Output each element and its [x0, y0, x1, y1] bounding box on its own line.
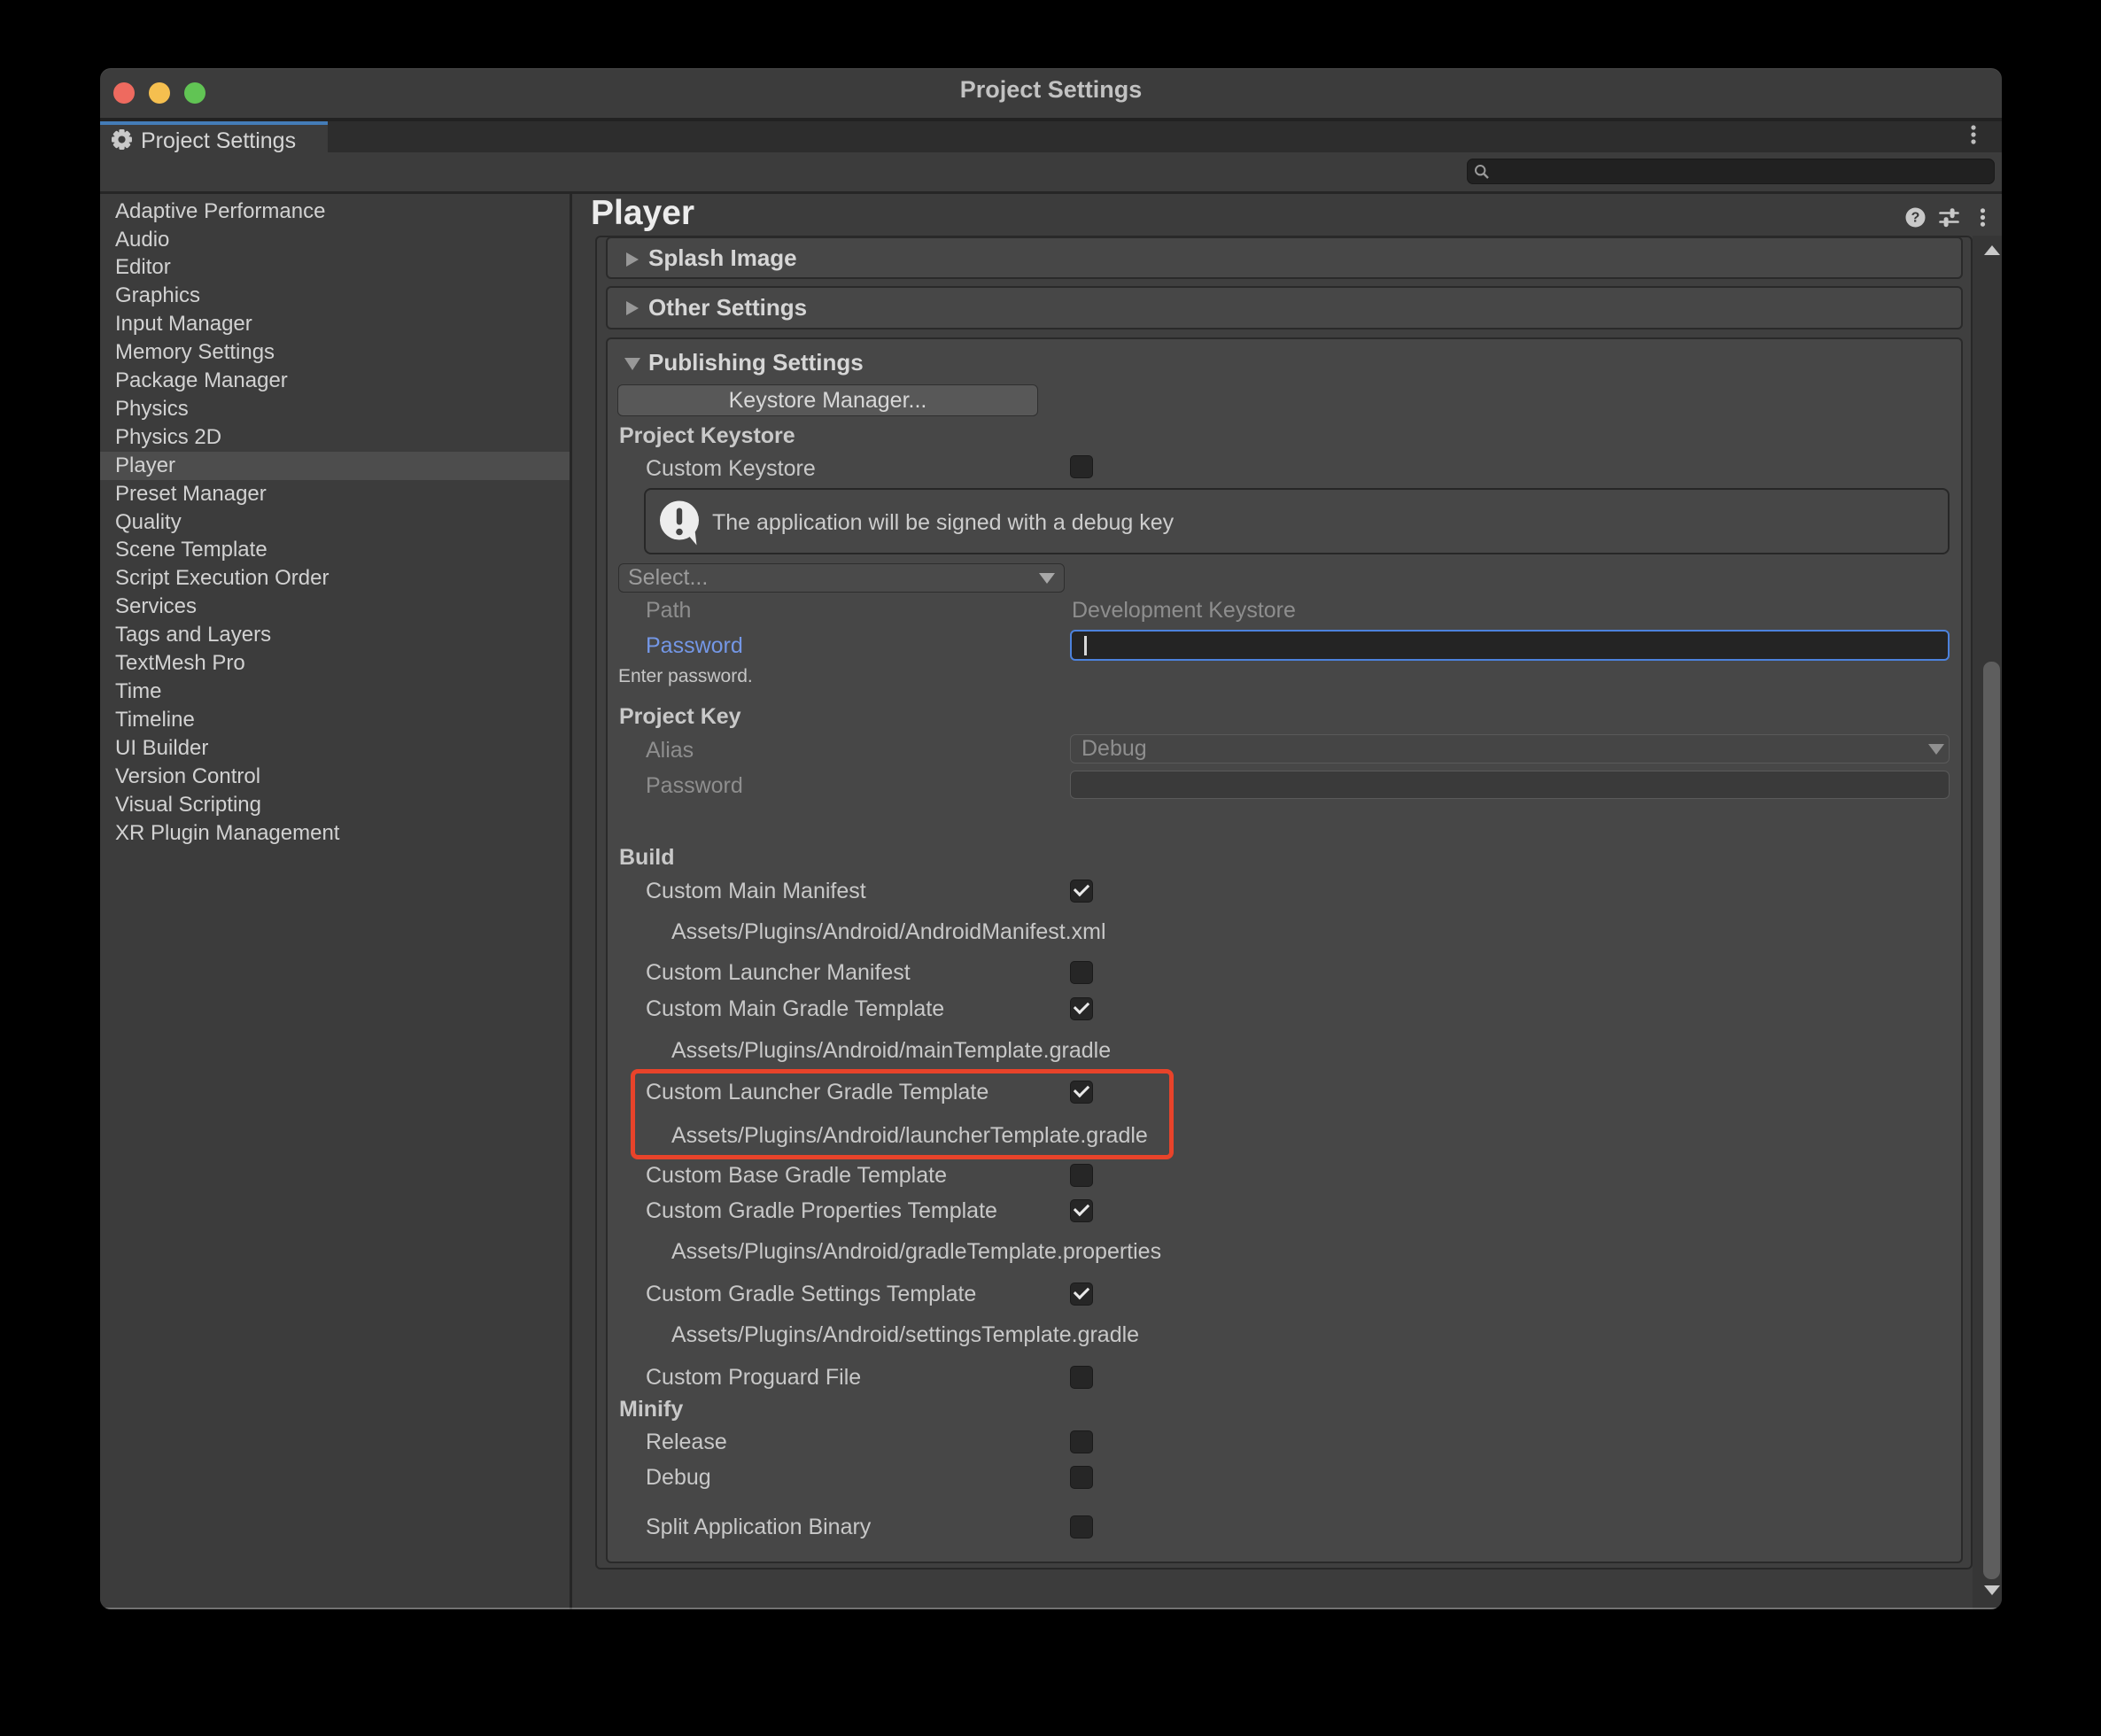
- svg-text:?: ?: [1911, 211, 1920, 226]
